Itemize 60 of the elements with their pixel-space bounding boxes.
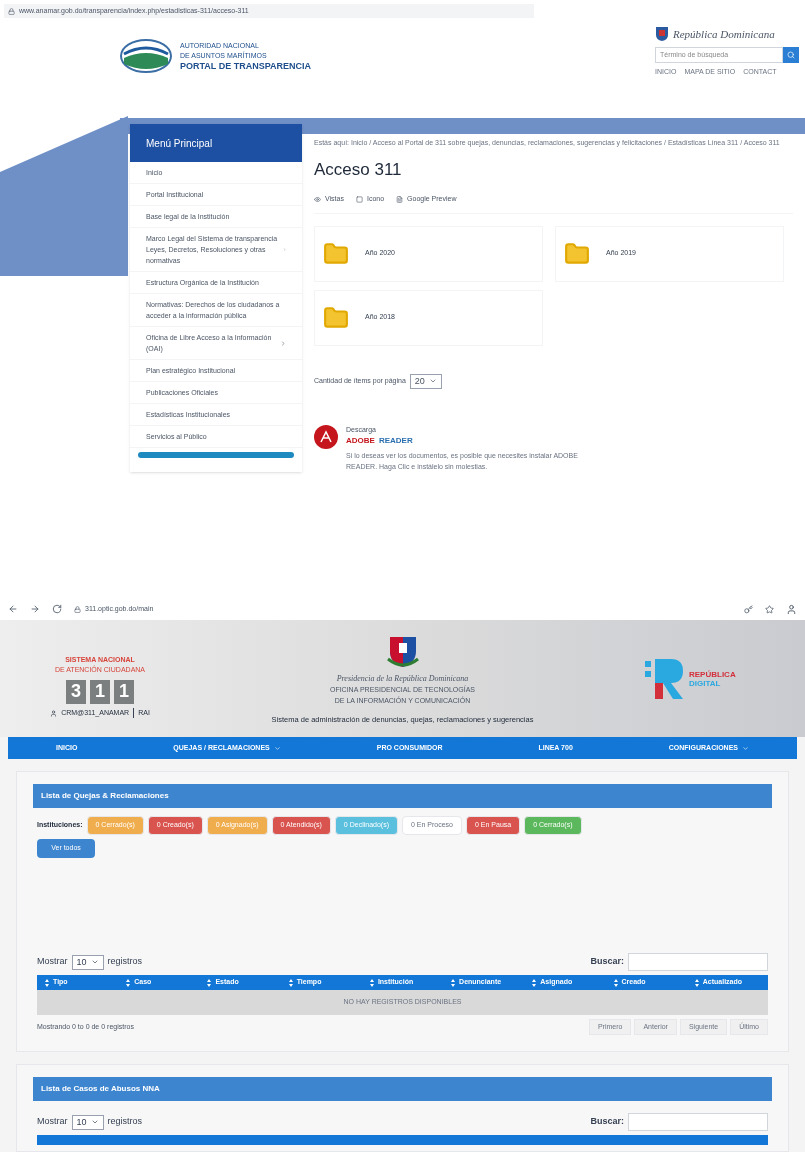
chevron-icon xyxy=(279,339,286,347)
sort-icon xyxy=(207,978,212,987)
digit-tile: 3 xyxy=(66,679,86,704)
pdf-icon xyxy=(314,424,338,449)
star-icon[interactable] xyxy=(765,604,774,614)
sort-icon xyxy=(45,978,49,987)
presidency-name: Presidencia de la República Dominicana xyxy=(336,673,469,685)
caret-icon xyxy=(742,744,749,752)
records-label: registros xyxy=(107,1115,143,1129)
menu-title: Menú Principal xyxy=(130,124,302,162)
sort-icon xyxy=(288,978,293,987)
government-name: República Dominicana xyxy=(673,27,775,42)
key-icon[interactable] xyxy=(744,604,753,614)
caret-icon xyxy=(90,958,99,966)
page-size-select[interactable]: 10 xyxy=(71,954,104,970)
wave-logo-icon xyxy=(120,38,172,74)
sort-icon xyxy=(126,978,131,987)
sort-icon xyxy=(613,978,618,987)
profile-icon[interactable] xyxy=(786,603,797,615)
shield-icon xyxy=(655,26,669,43)
view-icon xyxy=(396,195,404,203)
lock-icon xyxy=(8,7,15,15)
letter-r-logo-icon xyxy=(645,656,685,701)
search-field[interactable] xyxy=(628,1113,768,1131)
search-icon xyxy=(787,50,795,59)
items-per-page-select[interactable]: 20 xyxy=(409,373,442,389)
digit-tile: 1 xyxy=(114,679,134,704)
show-label: Mostrar xyxy=(37,1115,68,1129)
search-label: Buscar: xyxy=(590,955,624,969)
digit-tile: 1 xyxy=(90,679,110,704)
panel-title: Lista de Casos de Abusos NNA xyxy=(33,1077,772,1101)
folder-icon xyxy=(323,304,349,331)
user-icon xyxy=(50,709,58,717)
search-label: Buscar: xyxy=(590,1115,624,1129)
show-label: Mostrar xyxy=(37,955,68,969)
brand-text: DIGITAL xyxy=(689,678,722,688)
caret-icon xyxy=(428,377,437,385)
sort-icon xyxy=(451,978,456,987)
caret-icon xyxy=(273,744,281,752)
search-field[interactable] xyxy=(628,953,768,971)
reload-icon[interactable] xyxy=(52,604,62,614)
page-size-select[interactable]: 10 xyxy=(71,1114,104,1130)
panel-title: Lista de Quejas & Reclamaciones xyxy=(33,784,772,808)
forward-icon[interactable] xyxy=(30,604,40,614)
logo-text: PORTAL DE TRANSPARENCIA xyxy=(180,61,311,71)
brand-text: ADOBE xyxy=(346,435,375,447)
back-icon[interactable] xyxy=(8,604,18,614)
folder-icon xyxy=(564,240,590,267)
caret-icon xyxy=(90,1118,99,1126)
view-icon xyxy=(355,195,363,203)
records-label: registros xyxy=(107,955,143,969)
view-icon xyxy=(314,195,321,203)
sort-icon xyxy=(369,978,374,987)
brand-text: READER xyxy=(378,435,413,447)
search-button[interactable] xyxy=(783,46,799,63)
folder-icon xyxy=(323,240,349,267)
sort-icon xyxy=(532,978,537,987)
sort-icon xyxy=(694,978,699,987)
brand-text: REPÚBLICA xyxy=(689,669,736,679)
page-title: Acceso 311 xyxy=(314,158,403,181)
